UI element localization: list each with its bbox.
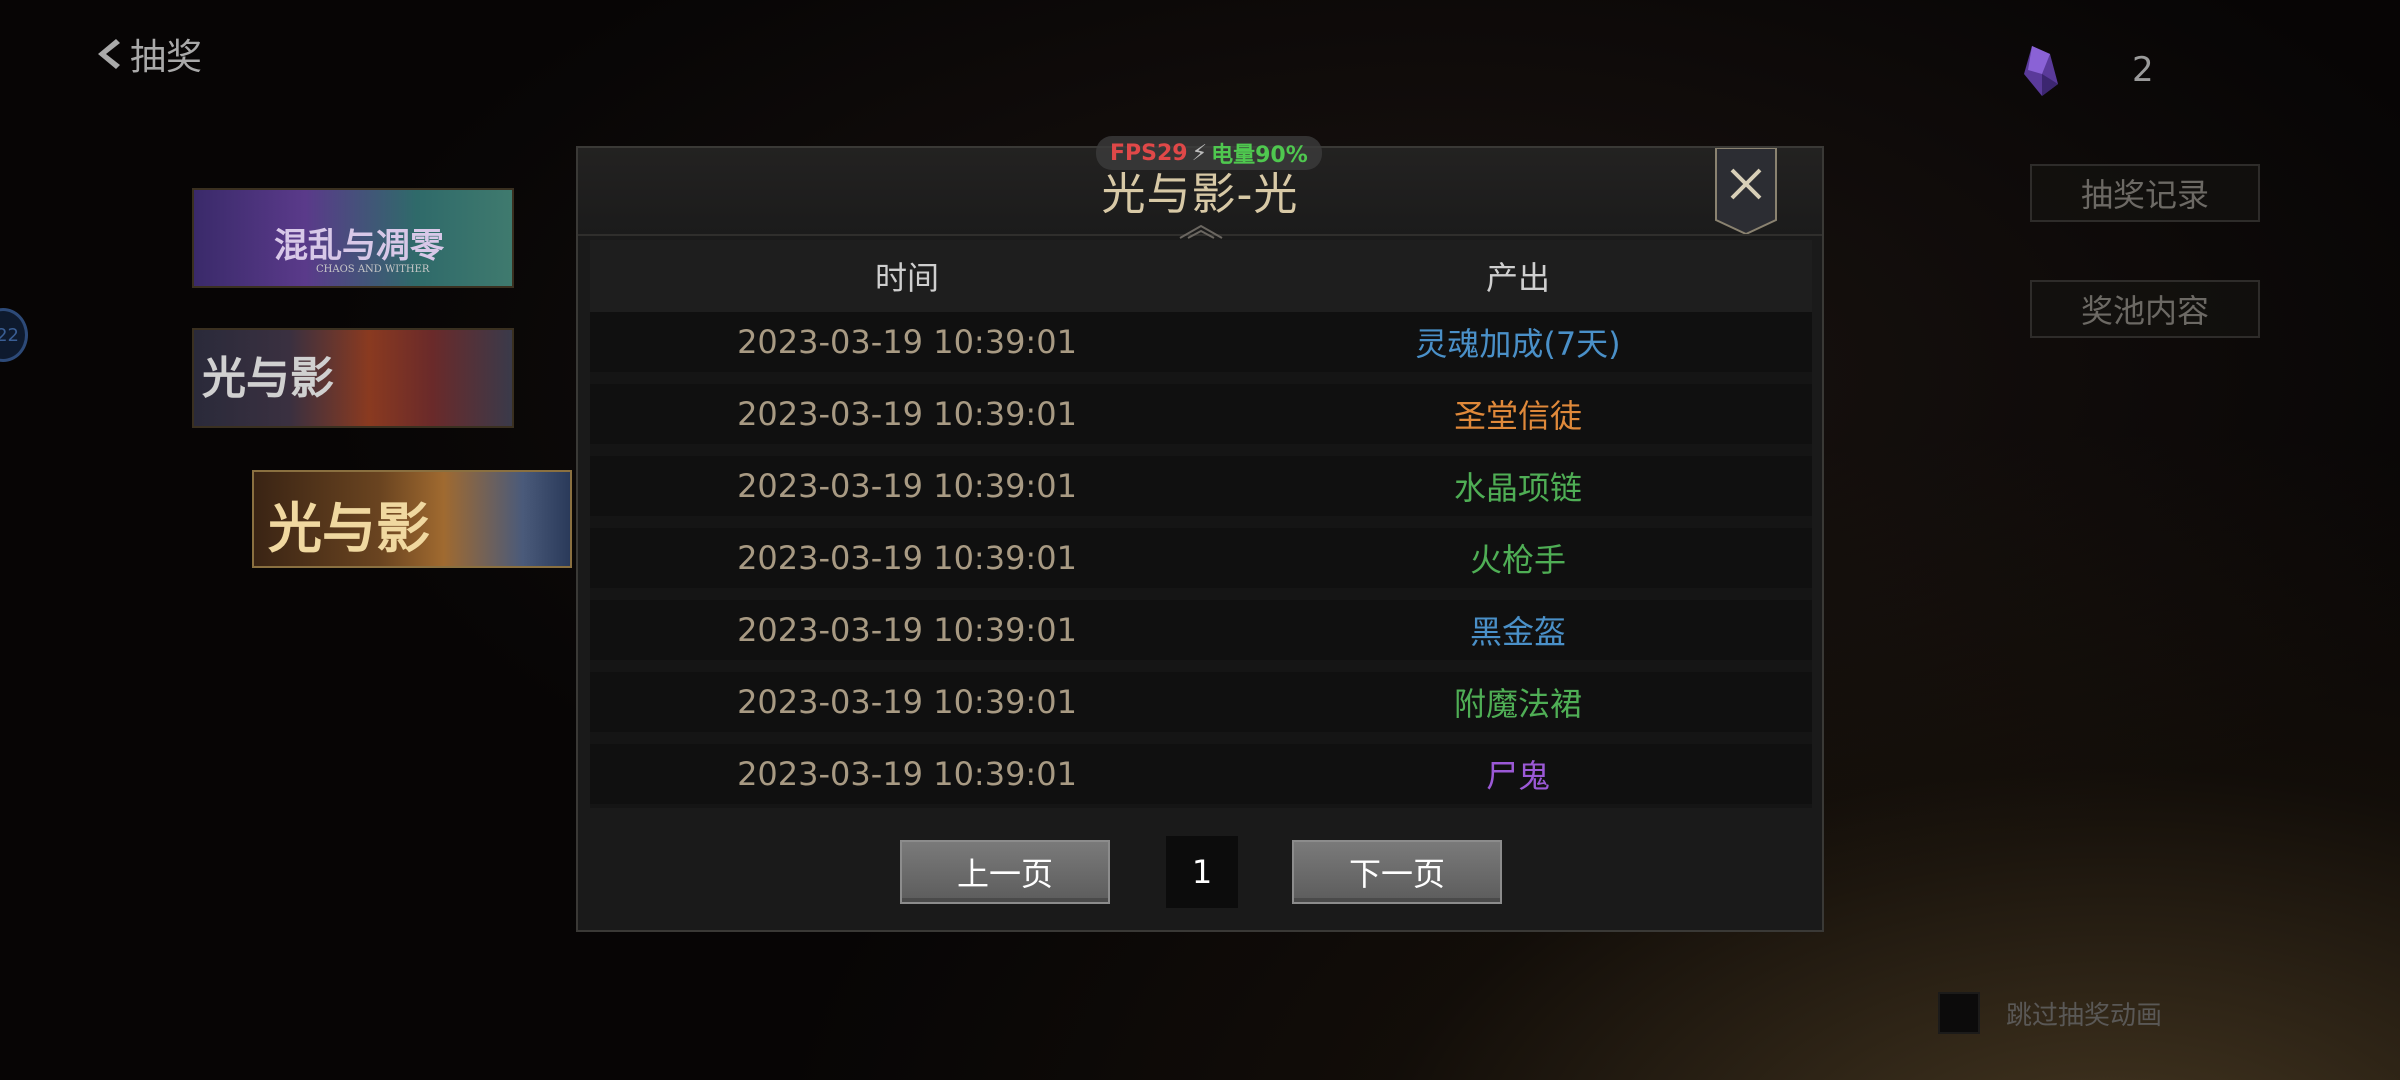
draw-history-button[interactable]: 抽奖记录 <box>2030 164 2260 222</box>
next-page-button[interactable]: 下一页 <box>1292 840 1502 904</box>
skip-animation-checkbox[interactable] <box>1938 992 1980 1034</box>
row-item: 黑金盔 <box>1469 613 1566 651</box>
row-time: 2023-03-19 10:39:01 <box>737 467 1077 505</box>
banner-title: 混乱与凋零 <box>274 226 444 266</box>
currency-display: 2 <box>2020 44 2154 98</box>
banner-title: 光与影 <box>202 353 334 404</box>
back-label: 抽奖 <box>130 37 203 78</box>
column-header-time: 时间 <box>874 259 939 297</box>
row-time: 2023-03-19 10:39:01 <box>737 539 1077 577</box>
table-row: 2023-03-19 10:39:01 附魔法裙 <box>590 672 1812 732</box>
row-item: 附魔法裙 <box>1453 685 1582 723</box>
banner-light-shadow-1[interactable]: 光与影 <box>192 328 514 428</box>
row-item: 水晶项链 <box>1453 469 1582 507</box>
banner-title: 光与影 <box>268 496 430 560</box>
close-icon[interactable] <box>1714 148 1778 234</box>
row-item: 尸鬼 <box>1485 757 1550 795</box>
draw-record-table: 时间 产出 2023-03-19 10:39:01 灵魂加成(7天) 2023-03… <box>590 240 1812 808</box>
table-row: 2023-03-19 10:39:01 灵魂加成(7天) <box>590 312 1812 372</box>
status-overlay: FPS29 ⚡ 电量90% <box>1096 136 1322 170</box>
table-body: 2023-03-19 10:39:01 灵魂加成(7天) 2023-03-19 10… <box>590 312 1812 804</box>
purple-crystal-icon <box>2024 46 2058 96</box>
row-time: 2023-03-19 10:39:01 <box>737 323 1077 361</box>
row-time: 2023-03-19 10:39:01 <box>737 611 1077 649</box>
table-header: 时间 产出 <box>590 240 1812 312</box>
charging-icon: ⚡ <box>1191 140 1208 166</box>
fps-readout: FPS29 <box>1110 140 1188 166</box>
prev-page-button[interactable]: 上一页 <box>900 840 1110 904</box>
pool-contents-button[interactable]: 奖池内容 <box>2030 280 2260 338</box>
next-page-label: 下一页 <box>1348 855 1445 893</box>
draw-history-label: 抽奖记录 <box>2080 176 2209 214</box>
chevron-left-icon <box>98 39 120 69</box>
row-item: 圣堂信徒 <box>1453 397 1582 435</box>
back-button[interactable]: 抽奖 <box>94 28 202 80</box>
pool-contents-label: 奖池内容 <box>2080 292 2209 330</box>
battery-readout: 电量90% <box>1211 143 1308 168</box>
skip-animation-label: 跳过抽奖动画 <box>2006 1000 2163 1031</box>
banner-light-shadow-2[interactable]: 光与影 <box>252 470 572 568</box>
row-item: 火枪手 <box>1469 541 1566 579</box>
table-row: 2023-03-19 10:39:01 尸鬼 <box>590 744 1812 804</box>
edge-badge-label: 22 <box>0 324 19 346</box>
page-number: 1 <box>1166 836 1238 908</box>
prev-page-label: 上一页 <box>956 855 1053 893</box>
row-item: 灵魂加成(7天) <box>1415 325 1621 363</box>
skip-animation-toggle[interactable]: 跳过抽奖动画 <box>1938 992 2162 1034</box>
column-header-output: 产出 <box>1485 259 1550 297</box>
pagination: 上一页 1 下一页 <box>578 836 1822 908</box>
draw-record-modal: 光与影-光 时间 产出 2023-03-19 10:39:01 灵魂加成(7天) 2… <box>576 146 1824 932</box>
row-time: 2023-03-19 10:39:01 <box>737 395 1077 433</box>
title-ornament-icon <box>1179 224 1223 239</box>
banner-subtitle: CHAOS AND WITHER <box>316 264 430 275</box>
table-row: 2023-03-19 10:39:01 圣堂信徒 <box>590 384 1812 444</box>
row-time: 2023-03-19 10:39:01 <box>737 755 1077 793</box>
table-row: 2023-03-19 10:39:01 水晶项链 <box>590 456 1812 516</box>
table-row: 2023-03-19 10:39:01 火枪手 <box>590 528 1812 588</box>
currency-count: 2 <box>2132 50 2154 90</box>
banner-chaos-wither[interactable]: 混乱与凋零 CHAOS AND WITHER <box>192 188 514 288</box>
table-row: 2023-03-19 10:39:01 黑金盔 <box>590 600 1812 660</box>
row-time: 2023-03-19 10:39:01 <box>737 683 1077 721</box>
